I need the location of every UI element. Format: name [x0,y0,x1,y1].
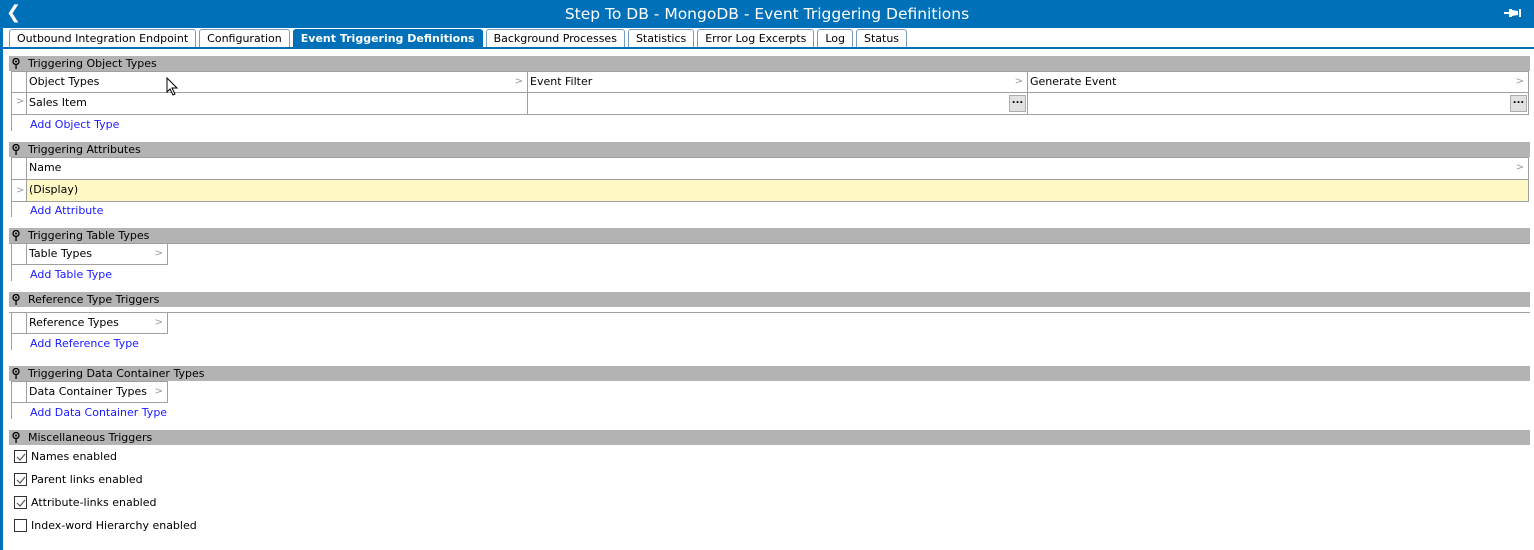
column-header-table-types[interactable]: Table Types > [26,243,168,265]
add-object-type-link[interactable]: Add Object Type [30,118,119,131]
tab-background-processes[interactable]: Background Processes [485,29,625,48]
tab-underline [3,47,1534,49]
divider [11,115,12,131]
row-header-corner [11,381,27,403]
section-title: Reference Type Triggers [28,293,160,306]
section-header-misc[interactable]: Miscellaneous Triggers [9,430,1530,445]
checkmark-icon [16,476,26,484]
event-filter-ellipsis-button[interactable]: ... [1009,95,1026,112]
chevron-right-icon: > [154,317,163,328]
chevron-right-icon: > [1014,76,1023,87]
cell-value: (Display) [29,183,79,196]
chevron-right-icon: > [154,248,163,259]
section-header-data-container-types[interactable]: Triggering Data Container Types [9,366,1530,381]
row-header-corner [11,312,27,334]
add-table-type-link[interactable]: Add Table Type [30,268,112,281]
section-title: Triggering Data Container Types [28,367,205,380]
chevron-right-icon: > [1515,76,1524,87]
left-border [0,28,3,550]
table-row-attribute-selected[interactable]: (Display) [26,179,1529,202]
tab-configuration[interactable]: Configuration [199,29,290,48]
names-enabled-label: Names enabled [31,450,117,463]
tab-event-triggering-definitions[interactable]: Event Triggering Definitions [292,29,483,48]
pin-icon[interactable] [12,368,20,379]
section-header-attributes[interactable]: Triggering Attributes [9,142,1530,157]
attribute-links-enabled-checkbox[interactable] [14,496,27,509]
row-header-corner [11,157,27,180]
section-title: Triggering Table Types [28,229,150,242]
mouse-cursor-icon [166,77,178,96]
pin-icon[interactable] [12,432,20,443]
add-data-container-type-link[interactable]: Add Data Container Type [30,406,167,419]
add-reference-type-link[interactable]: Add Reference Type [30,337,139,350]
section-title: Triggering Attributes [28,143,141,156]
tab-strip: Outbound Integration Endpoint Configurat… [9,28,910,48]
column-label: Reference Types [29,316,119,329]
divider [11,403,12,419]
pin-icon[interactable] [12,58,20,69]
column-label: Table Types [29,247,92,260]
index-word-hierarchy-enabled-checkbox[interactable] [14,519,27,532]
divider [11,265,12,281]
divider [9,312,1530,313]
pin-icon[interactable] [1504,6,1524,20]
row-expander[interactable]: > [11,92,27,115]
pin-icon[interactable] [12,230,20,241]
tab-status[interactable]: Status [855,29,908,48]
column-label: Object Types [29,75,100,88]
column-header-event-filter[interactable]: Event Filter > [527,71,1028,93]
title-bar: ❮ Step To DB - MongoDB - Event Triggerin… [0,0,1534,28]
divider [9,243,1530,244]
section-header-table-types[interactable]: Triggering Table Types [9,228,1530,243]
cell-value: Sales Item [29,96,87,109]
column-header-generate-event[interactable]: Generate Event > [1027,71,1529,93]
pin-icon[interactable] [12,144,20,155]
divider [11,202,12,217]
column-header-name[interactable]: Name > [26,157,1529,180]
generate-event-cell[interactable]: ... [1027,92,1529,115]
divider [11,334,12,350]
chevron-right-icon: > [514,76,523,87]
tab-outbound-integration-endpoint[interactable]: Outbound Integration Endpoint [9,29,197,48]
section-header-reference-types[interactable]: Reference Type Triggers [9,292,1530,307]
chevron-right-icon: > [16,185,25,196]
row-expander[interactable]: > [11,179,27,202]
parent-links-enabled-label: Parent links enabled [31,473,143,486]
column-label: Generate Event [1030,75,1117,88]
column-label: Name [29,161,62,174]
pin-icon[interactable] [12,294,20,305]
checkmark-icon [16,453,26,461]
add-attribute-link[interactable]: Add Attribute [30,204,103,217]
checkmark-icon [16,499,26,507]
tab-statistics[interactable]: Statistics [627,29,695,48]
parent-links-enabled-checkbox[interactable] [14,473,27,486]
section-title: Triggering Object Types [28,57,157,70]
column-label: Data Container Types [29,385,148,398]
tab-log[interactable]: Log [817,29,853,48]
event-filter-cell[interactable]: ... [527,92,1028,115]
names-enabled-checkbox[interactable] [14,450,27,463]
column-label: Event Filter [530,75,593,88]
table-row-object-type[interactable]: Sales Item [26,92,528,115]
chevron-right-icon: > [16,96,25,107]
attribute-links-enabled-label: Attribute-links enabled [31,496,157,509]
row-header-corner [11,243,27,265]
section-title: Miscellaneous Triggers [28,431,153,444]
tab-error-log-excerpts[interactable]: Error Log Excerpts [697,29,815,48]
column-header-object-types[interactable]: Object Types > [26,71,528,93]
index-word-hierarchy-enabled-label: Index-word Hierarchy enabled [31,519,197,532]
chevron-right-icon: > [1515,162,1524,173]
column-header-reference-types[interactable]: Reference Types > [26,312,168,334]
chevron-right-icon: > [154,386,163,397]
row-header-corner [11,71,27,93]
window-title: Step To DB - MongoDB - Event Triggering … [564,5,970,23]
generate-event-ellipsis-button[interactable]: ... [1510,95,1527,112]
column-header-data-container-types[interactable]: Data Container Types > [26,381,168,403]
section-header-object-types[interactable]: Triggering Object Types [9,56,1530,71]
